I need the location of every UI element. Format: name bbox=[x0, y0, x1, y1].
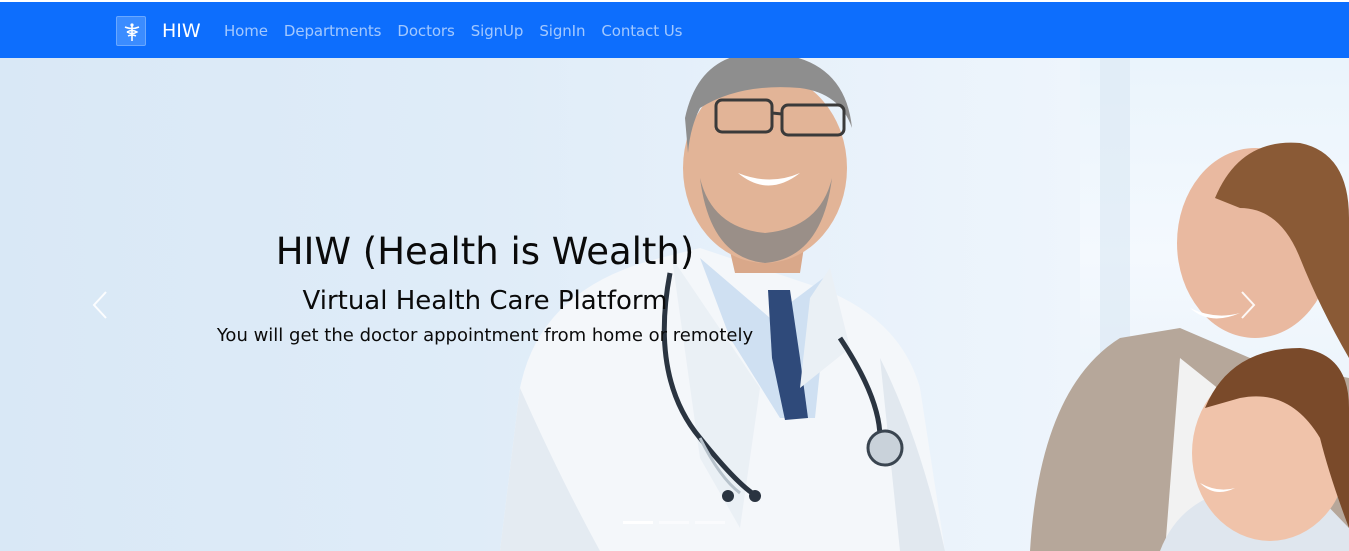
nav-home[interactable]: Home bbox=[224, 19, 268, 43]
indicator-slide-1[interactable] bbox=[623, 521, 653, 524]
carousel-prev-button[interactable] bbox=[86, 288, 116, 322]
nav-signin[interactable]: SignIn bbox=[539, 19, 585, 43]
navbar: HIW Home Departments Doctors SignUp Sign… bbox=[0, 2, 1349, 58]
nav-doctors[interactable]: Doctors bbox=[397, 19, 454, 43]
caduceus-icon[interactable] bbox=[116, 16, 146, 46]
chevron-right-icon bbox=[1241, 291, 1256, 319]
chevron-left-icon bbox=[92, 291, 107, 319]
nav-signup[interactable]: SignUp bbox=[471, 19, 524, 43]
nav-departments[interactable]: Departments bbox=[284, 19, 382, 43]
hero-carousel: HIW (Health is Wealth) Virtual Health Ca… bbox=[0, 58, 1349, 551]
hero-description: You will get the doctor appointment from… bbox=[216, 325, 754, 346]
carousel-indicators bbox=[623, 521, 725, 524]
nav-contact[interactable]: Contact Us bbox=[601, 19, 682, 43]
hero-title: HIW (Health is Wealth) bbox=[275, 230, 695, 273]
nav-links: Home Departments Doctors SignUp SignIn C… bbox=[224, 19, 698, 43]
carousel-next-button[interactable] bbox=[1232, 288, 1262, 322]
brand-name[interactable]: HIW bbox=[162, 18, 201, 44]
indicator-slide-2[interactable] bbox=[659, 521, 689, 524]
hero-subtitle: Virtual Health Care Platform bbox=[302, 286, 668, 316]
indicator-slide-3[interactable] bbox=[695, 521, 725, 524]
